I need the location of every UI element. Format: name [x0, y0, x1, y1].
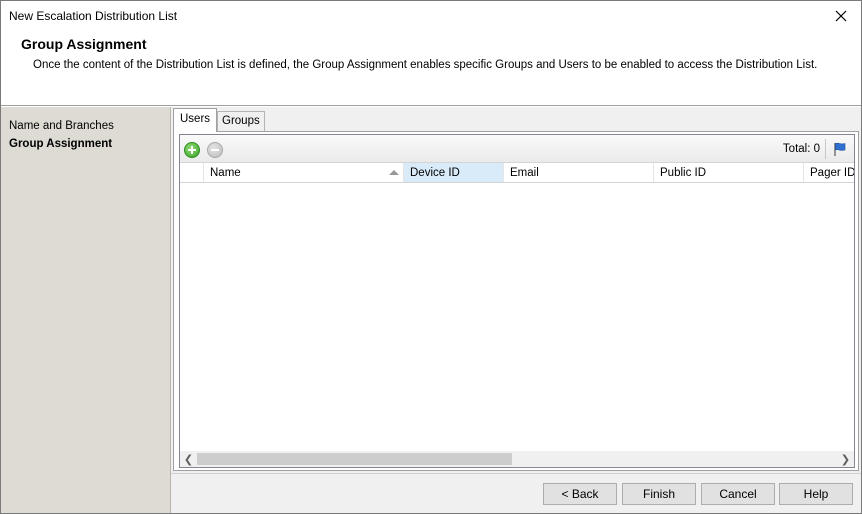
column-header-device-id[interactable]: Device ID [404, 163, 504, 182]
chevron-right-icon: ❯ [840, 453, 851, 466]
horizontal-scrollbar[interactable]: ❮ ❯ [180, 451, 854, 467]
sort-ascending-icon [389, 170, 399, 175]
back-button[interactable]: < Back [543, 483, 617, 505]
column-header-selector[interactable] [180, 163, 204, 182]
dialog-window: New Escalation Distribution List Group A… [0, 0, 862, 514]
finish-button[interactable]: Finish [622, 483, 696, 505]
toolbar-separator [825, 139, 826, 159]
sidebar-item-name-and-branches[interactable]: Name and Branches [9, 120, 114, 132]
flag-icon[interactable] [832, 141, 848, 157]
grid-toolbar: Total: 0 [180, 135, 854, 163]
footer-divider [171, 473, 861, 474]
page-description: Once the content of the Distribution Lis… [33, 59, 818, 71]
column-header-name[interactable]: Name [204, 163, 404, 182]
sidebar-item-group-assignment[interactable]: Group Assignment [9, 138, 112, 150]
scroll-right-button[interactable]: ❯ [837, 451, 854, 467]
tab-users[interactable]: Users [173, 108, 218, 132]
close-button[interactable] [821, 1, 861, 31]
remove-user-button[interactable] [207, 142, 223, 158]
scrollbar-thumb[interactable] [197, 453, 512, 465]
page-title: Group Assignment [21, 36, 147, 52]
wizard-sidebar: Name and Branches Group Assignment [1, 107, 171, 513]
close-icon [835, 10, 847, 22]
main-content: Users Groups Total: 0 Name Device ID Ema… [171, 107, 861, 513]
column-header-email[interactable]: Email [504, 163, 654, 182]
cancel-button[interactable]: Cancel [701, 483, 775, 505]
column-header-name-label: Name [210, 167, 241, 179]
add-user-button[interactable] [184, 142, 200, 158]
help-button[interactable]: Help [779, 483, 853, 505]
grid-column-header: Name Device ID Email Public ID Pager ID [180, 163, 854, 183]
users-tab-panel: Total: 0 Name Device ID Email Public ID … [173, 131, 859, 471]
tab-groups[interactable]: Groups [217, 111, 265, 131]
scroll-left-button[interactable]: ❮ [180, 451, 197, 467]
column-header-public-id[interactable]: Public ID [654, 163, 804, 182]
wizard-header: Group Assignment Once the content of the… [1, 31, 861, 106]
title-bar: New Escalation Distribution List [1, 1, 861, 31]
users-grid: Total: 0 Name Device ID Email Public ID … [179, 134, 855, 468]
grid-body[interactable] [180, 183, 854, 451]
chevron-left-icon: ❮ [183, 453, 194, 466]
total-count: Total: 0 [782, 143, 820, 155]
window-title: New Escalation Distribution List [9, 9, 178, 23]
column-header-pager-id[interactable]: Pager ID [804, 163, 854, 182]
